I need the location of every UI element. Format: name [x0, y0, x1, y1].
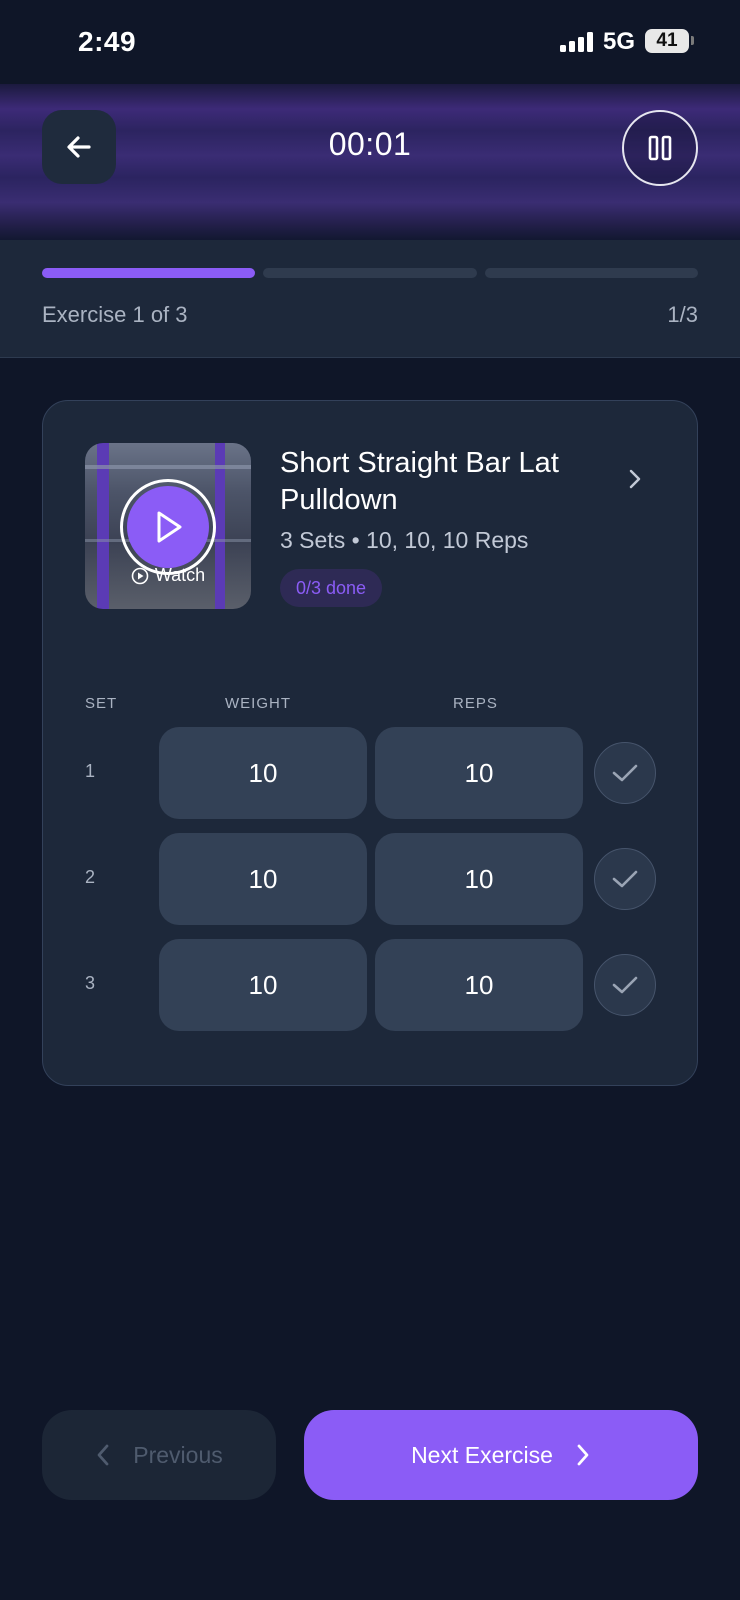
workout-header: 00:01: [0, 84, 740, 240]
next-exercise-label: Next Exercise: [411, 1441, 553, 1468]
column-header-weight: WEIGHT: [225, 695, 291, 712]
set-row: 3 10 10: [43, 939, 699, 1031]
exercise-count-label: Exercise 1 of 3: [42, 302, 188, 327]
weight-input[interactable]: 10: [159, 939, 367, 1031]
done-badge: 0/3 done: [280, 569, 383, 607]
set-number: 3: [85, 973, 96, 993]
watch-text: Watch: [154, 565, 206, 585]
watch-label: Watch: [85, 565, 251, 586]
play-circle: [127, 486, 209, 568]
thumbnail-background: [85, 465, 251, 469]
reps-input[interactable]: 10: [375, 939, 583, 1031]
exercise-title[interactable]: Short Straight Bar Lat Pulldown: [280, 445, 620, 519]
pause-icon: [648, 135, 672, 161]
status-time: 2:49: [78, 26, 137, 57]
signal-icon: [560, 32, 596, 52]
set-number: 1: [85, 761, 96, 781]
play-button[interactable]: [120, 479, 216, 575]
exercise-sets-reps: 3 Sets • 10, 10, 10 Reps: [280, 527, 529, 553]
progress-segment: [263, 268, 477, 278]
status-bar: 2:49 5G 41: [0, 0, 740, 84]
set-row: 1 10 10: [43, 727, 699, 819]
exercise-progress: Exercise 1 of 3 1/3: [0, 240, 740, 358]
previous-label: Previous: [133, 1441, 223, 1468]
workout-screen: 2:49 5G 41 00:01 Exercise 1 of 3 1/3 Wat…: [0, 0, 740, 1600]
reps-input[interactable]: 10: [375, 833, 583, 925]
set-row: 2 10 10: [43, 833, 699, 925]
progress-segment: [484, 268, 698, 278]
column-header-set: SET: [85, 695, 118, 712]
complete-set-button[interactable]: [594, 848, 656, 910]
complete-set-button[interactable]: [594, 954, 656, 1016]
previous-button[interactable]: Previous: [42, 1410, 276, 1500]
exercise-card: Watch Short Straight Bar Lat Pulldown 3 …: [42, 400, 698, 1086]
battery-icon: 41: [645, 29, 689, 53]
exercise-details-button[interactable]: [627, 467, 643, 496]
exercise-video-thumbnail[interactable]: Watch: [85, 443, 251, 609]
play-icon: [157, 511, 182, 543]
check-icon: [612, 764, 638, 782]
chevron-left-icon: [97, 1444, 109, 1466]
network-type: 5G: [603, 28, 636, 55]
column-header-reps: REPS: [453, 695, 498, 712]
battery-nub: [691, 36, 694, 45]
check-icon: [612, 870, 638, 888]
complete-set-button[interactable]: [594, 742, 656, 804]
reps-input[interactable]: 10: [375, 727, 583, 819]
pause-button[interactable]: [622, 110, 698, 186]
set-number: 2: [85, 867, 96, 887]
exercise-fraction: 1/3: [667, 302, 698, 327]
weight-input[interactable]: 10: [159, 727, 367, 819]
check-icon: [612, 976, 638, 994]
play-circle-icon: [131, 567, 149, 584]
weight-input[interactable]: 10: [159, 833, 367, 925]
progress-segment: [42, 268, 256, 278]
chevron-right-icon: [577, 1444, 589, 1466]
chevron-right-icon: [629, 469, 641, 489]
next-exercise-button[interactable]: Next Exercise: [304, 1410, 698, 1500]
